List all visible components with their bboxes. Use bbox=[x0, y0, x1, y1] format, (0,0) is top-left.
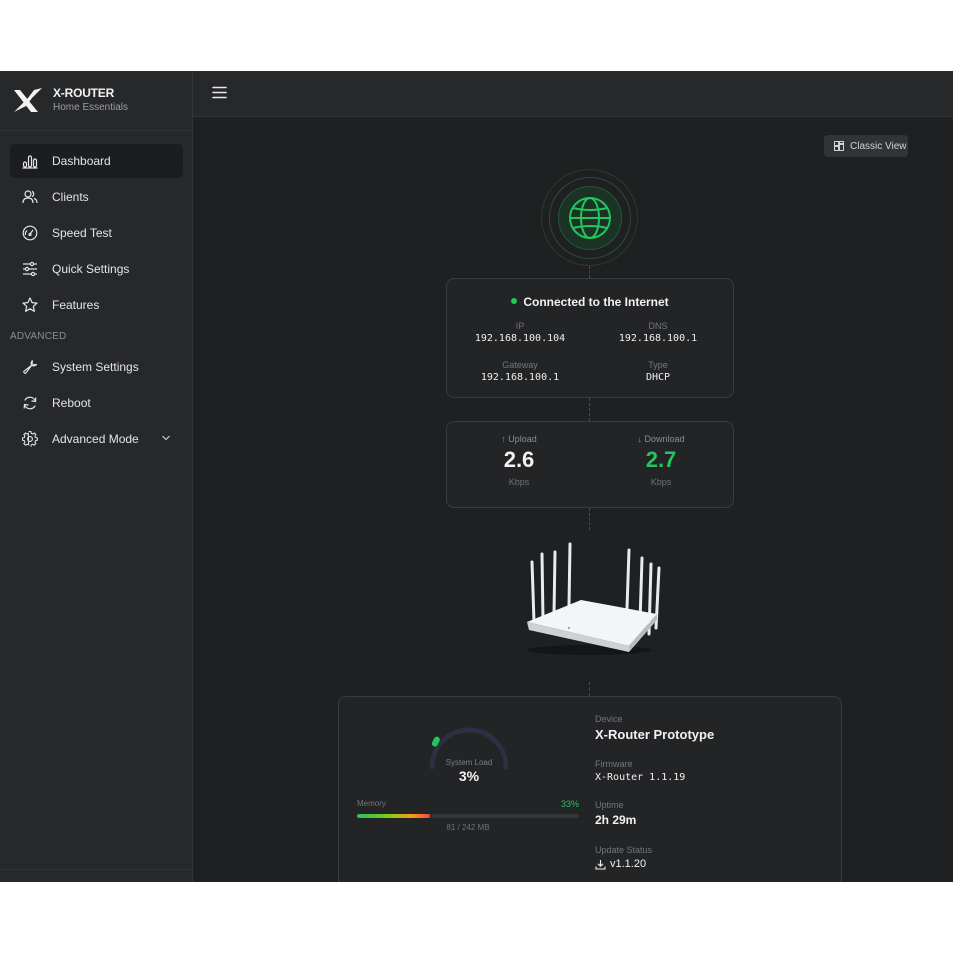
sidebar-divider bbox=[0, 869, 193, 870]
brand-name: X-ROUTER bbox=[53, 86, 115, 100]
sidebar-item-label: Features bbox=[52, 298, 100, 312]
gateway-field: Gateway 192.168.100.1 bbox=[450, 360, 590, 383]
globe-core bbox=[557, 185, 622, 250]
section-label-advanced: ADVANCED bbox=[10, 331, 67, 342]
classic-view-button[interactable]: Classic View bbox=[824, 135, 908, 157]
ip-label: IP bbox=[515, 321, 525, 331]
sidebar-item-quick-settings[interactable]: Quick Settings bbox=[10, 252, 183, 286]
connection-card: Connected to the Internet IP 192.168.100… bbox=[446, 278, 734, 398]
download-label: Download bbox=[644, 434, 685, 444]
sidebar-item-label: Clients bbox=[52, 190, 89, 204]
firmware-label: Firmware bbox=[595, 759, 633, 769]
top-bar bbox=[193, 71, 953, 117]
type-value: DHCP bbox=[645, 372, 671, 383]
type-label: Type bbox=[648, 360, 668, 370]
sidebar: X-ROUTER Home Essentials Dashboard Clien… bbox=[0, 71, 193, 882]
device-field: Device X-Router Prototype bbox=[595, 714, 714, 742]
dns-value: 192.168.100.1 bbox=[618, 333, 698, 344]
dns-label: DNS bbox=[648, 321, 668, 331]
globe-ring bbox=[548, 176, 631, 259]
download-stat: ↓ Download 2.7 Kbps bbox=[589, 434, 733, 487]
firmware-value: X-Router 1.1.19 bbox=[595, 772, 686, 783]
speedometer-icon bbox=[20, 223, 40, 243]
x-logo-icon bbox=[14, 88, 42, 112]
hamburger-menu-icon[interactable] bbox=[211, 84, 229, 102]
dns-field: DNS 192.168.100.1 bbox=[588, 321, 728, 344]
uptime-label: Uptime bbox=[595, 800, 624, 810]
sidebar-item-label: Dashboard bbox=[52, 154, 111, 168]
upload-label: Upload bbox=[508, 434, 537, 444]
sidebar-item-system-settings[interactable]: System Settings bbox=[10, 350, 183, 384]
sliders-icon bbox=[20, 259, 40, 279]
download-icon bbox=[595, 859, 606, 870]
uptime-field: Uptime 2h 29m bbox=[595, 800, 636, 827]
gateway-value: 192.168.100.1 bbox=[480, 372, 560, 383]
brand[interactable]: X-ROUTER Home Essentials bbox=[0, 71, 192, 131]
router-image bbox=[527, 542, 661, 655]
ip-field: IP 192.168.100.104 bbox=[450, 321, 590, 344]
connector-line bbox=[589, 266, 590, 278]
users-icon bbox=[20, 187, 40, 207]
memory-bar bbox=[357, 814, 579, 818]
refresh-icon bbox=[20, 393, 40, 413]
speed-card: ↑ Upload 2.6 Kbps ↓ Download 2.7 Kbps bbox=[446, 421, 734, 508]
uptime-value: 2h 29m bbox=[595, 813, 637, 827]
sidebar-item-speed-test[interactable]: Speed Test bbox=[10, 216, 183, 250]
brand-subtitle: Home Essentials bbox=[53, 102, 129, 113]
sidebar-item-features[interactable]: Features bbox=[10, 288, 183, 322]
connection-status-text: Connected to the Internet bbox=[523, 295, 669, 309]
layout-grid-icon bbox=[834, 141, 844, 151]
upload-unit: Kbps bbox=[508, 477, 530, 487]
app-window: X-ROUTER Home Essentials Dashboard Clien… bbox=[0, 71, 953, 882]
connector-line bbox=[589, 398, 590, 421]
upload-value: 2.6 bbox=[503, 447, 535, 472]
device-value: X-Router Prototype bbox=[595, 727, 715, 742]
firmware-field: Firmware X-Router 1.1.19 bbox=[595, 759, 685, 783]
memory-bar-fill bbox=[357, 814, 431, 818]
gateway-label: Gateway bbox=[502, 360, 538, 370]
update-status-field: Update Status v1.1.20 bbox=[595, 845, 652, 870]
sidebar-item-label: Advanced Mode bbox=[52, 432, 139, 446]
status-dot bbox=[511, 298, 518, 304]
connection-status: Connected to the Internet bbox=[447, 295, 733, 309]
upload-stat: ↑ Upload 2.6 Kbps bbox=[447, 434, 591, 487]
star-icon bbox=[20, 295, 40, 315]
connector-line bbox=[589, 508, 590, 530]
memory-detail: 81 / 242 MB bbox=[446, 823, 490, 832]
sidebar-item-reboot[interactable]: Reboot bbox=[10, 386, 183, 420]
classic-view-label: Classic View bbox=[850, 140, 907, 152]
sidebar-nav: Dashboard Clients Speed Test Quick Setti… bbox=[10, 144, 183, 458]
dashboard-main: Classic View Connected to the Internet I… bbox=[193, 117, 953, 882]
system-info-card: System Load 3% Memory 33% 81 / 242 MB De… bbox=[338, 696, 842, 882]
type-field: Type DHCP bbox=[588, 360, 728, 383]
sidebar-item-label: Reboot bbox=[52, 396, 91, 410]
wrench-icon bbox=[20, 357, 40, 377]
chevron-down-icon[interactable] bbox=[161, 433, 171, 443]
system-load-value: 3% bbox=[458, 768, 480, 784]
memory-percent: 33% bbox=[560, 799, 579, 809]
device-label: Device bbox=[595, 714, 623, 724]
globe-icon bbox=[568, 196, 611, 239]
sidebar-item-label: System Settings bbox=[52, 360, 139, 374]
system-load-label: System Load bbox=[445, 758, 493, 767]
ip-value: 192.168.100.104 bbox=[474, 333, 566, 344]
connector-line bbox=[589, 682, 590, 696]
update-status-value: v1.1.20 bbox=[610, 858, 647, 870]
sidebar-item-clients[interactable]: Clients bbox=[10, 180, 183, 214]
update-status-label: Update Status bbox=[595, 845, 653, 855]
sidebar-item-dashboard[interactable]: Dashboard bbox=[10, 144, 183, 178]
memory-label: Memory bbox=[357, 799, 386, 808]
update-status-link[interactable]: v1.1.20 bbox=[595, 858, 652, 870]
download-value: 2.7 bbox=[645, 447, 677, 472]
sidebar-item-advanced-mode[interactable]: Advanced Mode bbox=[10, 422, 183, 456]
internet-status-globe bbox=[541, 169, 638, 266]
chart-bars-icon bbox=[20, 151, 40, 171]
sidebar-item-label: Speed Test bbox=[52, 226, 112, 240]
download-unit: Kbps bbox=[650, 477, 672, 487]
sidebar-item-label: Quick Settings bbox=[52, 262, 130, 276]
gear-icon bbox=[20, 429, 40, 449]
